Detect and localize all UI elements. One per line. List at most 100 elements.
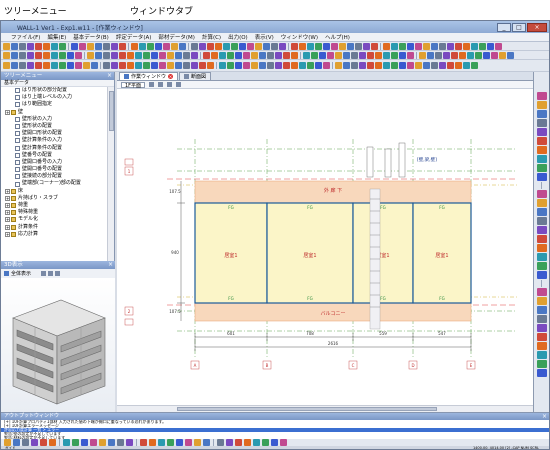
close-button[interactable]: × [527, 22, 547, 32]
menu-evaluation-data[interactable]: 評定データ(A) [116, 33, 152, 41]
tool-icon[interactable] [251, 62, 258, 69]
tool-icon[interactable] [275, 51, 282, 59]
tab-section-view[interactable]: 断面図 [179, 72, 212, 80]
drawing-hscroll-thumb[interactable] [177, 407, 437, 411]
tool-icon[interactable] [407, 51, 414, 59]
view3d-fit-button[interactable]: 全体表示 [11, 270, 31, 277]
expand-icon[interactable]: + [5, 188, 10, 194]
tree-item[interactable]: + 壁 [1, 109, 107, 116]
tool-icon[interactable] [59, 62, 66, 69]
tool-icon[interactable] [126, 439, 133, 446]
tool-icon[interactable] [536, 226, 547, 234]
tool-icon[interactable] [407, 42, 414, 50]
tree-item[interactable]: 壁端部(コーナー)部の配置 [1, 180, 107, 187]
tool-icon[interactable] [536, 119, 547, 127]
tool-icon[interactable] [307, 62, 314, 69]
tree-item[interactable]: 壁形状の入力 [1, 116, 107, 123]
tool-icon[interactable] [467, 51, 474, 59]
tool-icon[interactable] [536, 190, 547, 198]
tool-icon[interactable] [103, 51, 110, 59]
tool-icon[interactable] [183, 62, 190, 69]
tool-icon[interactable] [347, 42, 354, 50]
floor-plan-drawing[interactable]: 外 廊 下 バルコニー 居室1 居室1 居室1 居室1 FG FG FG FG … [117, 89, 535, 402]
menu-basic-data[interactable]: 基本データ(B) [73, 33, 109, 41]
tool-icon[interactable] [536, 208, 547, 216]
plan-view-icon[interactable] [149, 82, 155, 87]
tab-close-icon[interactable]: × [168, 74, 174, 79]
tool-icon[interactable] [35, 42, 42, 50]
tool-icon[interactable] [335, 62, 342, 69]
tool-icon[interactable] [167, 439, 174, 446]
tool-icon[interactable] [399, 51, 406, 59]
tree-item[interactable]: 壁番号の配置 [1, 152, 107, 159]
tool-icon[interactable] [179, 42, 186, 50]
tool-icon[interactable] [447, 42, 454, 50]
tool-icon[interactable] [415, 62, 422, 69]
tool-icon[interactable] [103, 42, 110, 50]
tool-icon[interactable] [155, 42, 162, 50]
tree-item[interactable]: 壁計算条件の入力 [1, 137, 107, 144]
tool-icon[interactable] [158, 439, 165, 446]
tool-icon[interactable] [463, 42, 470, 50]
tool-icon[interactable] [491, 51, 498, 59]
expand-icon[interactable]: + [5, 109, 10, 115]
tool-icon[interactable] [67, 51, 74, 59]
tool-icon[interactable] [343, 51, 350, 59]
tool-icon[interactable] [127, 51, 134, 59]
tool-icon[interactable] [140, 439, 147, 446]
tool-icon[interactable] [235, 51, 242, 59]
tool-icon[interactable] [3, 62, 10, 69]
tree-item[interactable]: はり範囲指定 [1, 101, 107, 108]
tool-icon[interactable] [431, 42, 438, 50]
zoom-icon[interactable] [48, 271, 54, 276]
tool-icon[interactable] [263, 42, 270, 50]
tool-icon[interactable] [147, 42, 154, 50]
measure-icon[interactable] [176, 82, 182, 87]
tool-icon[interactable] [319, 51, 326, 59]
tool-icon[interactable] [311, 51, 318, 59]
tree-item[interactable]: はり上端レベルの入力 [1, 94, 107, 101]
tool-icon[interactable] [203, 439, 210, 446]
tool-icon[interactable] [536, 101, 547, 109]
menu-member-data[interactable]: 部材データ(M) [158, 33, 195, 41]
pan-icon[interactable] [55, 271, 61, 276]
tool-icon[interactable] [247, 42, 254, 50]
tree-item[interactable]: + 荷重 [1, 202, 107, 209]
tool-icon[interactable] [151, 51, 158, 59]
tool-icon[interactable] [323, 62, 330, 69]
tool-icon[interactable] [163, 42, 170, 50]
tool-icon[interactable] [227, 51, 234, 59]
tool-icon[interactable] [271, 439, 278, 446]
tool-icon[interactable] [423, 42, 430, 50]
tool-icon[interactable] [495, 42, 502, 50]
expand-icon[interactable]: + [5, 210, 10, 216]
tool-icon[interactable] [271, 42, 278, 50]
tool-icon[interactable] [536, 288, 547, 296]
menu-help[interactable]: ヘルプ(H) [325, 33, 350, 41]
tree-item[interactable]: 壁開口番号の入力 [1, 159, 107, 166]
tool-icon[interactable] [103, 62, 110, 69]
maximize-button[interactable]: □ [512, 22, 526, 32]
tool-icon[interactable] [415, 42, 422, 50]
tool-icon[interactable] [435, 51, 442, 59]
tab-work-window[interactable]: 作業ウィンドウ × [119, 72, 179, 80]
tool-icon[interactable] [267, 62, 274, 69]
tool-icon[interactable] [507, 51, 514, 59]
tool-icon[interactable] [367, 62, 374, 69]
tool-icon[interactable] [536, 315, 547, 323]
tool-icon[interactable] [27, 62, 34, 69]
tool-icon[interactable] [536, 262, 547, 270]
tool-icon[interactable] [259, 51, 266, 59]
tool-icon[interactable] [383, 51, 390, 59]
tool-icon[interactable] [536, 271, 547, 279]
tool-icon[interactable] [536, 244, 547, 252]
tool-icon[interactable] [199, 42, 206, 50]
tool-icon[interactable] [419, 51, 426, 59]
tree-menu-close-icon[interactable]: × [107, 72, 112, 80]
tool-icon[interactable] [167, 51, 174, 59]
tool-icon[interactable] [327, 51, 334, 59]
tool-icon[interactable] [111, 51, 118, 59]
tool-icon[interactable] [95, 42, 102, 50]
tool-icon[interactable] [83, 62, 90, 69]
expand-icon[interactable]: + [5, 217, 10, 223]
